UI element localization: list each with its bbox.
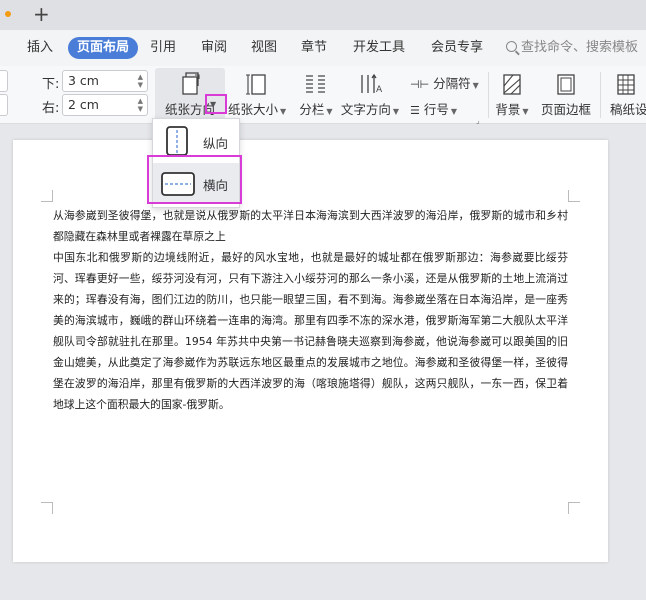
new-tab-button[interactable]: +: [33, 2, 50, 26]
menu-bar: 插入 页面布局 引用 审阅 视图 章节 开发工具 会员专享 查找命令、搜索模板: [0, 30, 646, 66]
menu-view[interactable]: 视图: [251, 30, 277, 66]
ribbon-divider: [488, 72, 489, 118]
page-border-button[interactable]: 页面边框: [538, 72, 594, 118]
menu-chapter[interactable]: 章节: [301, 30, 327, 66]
margin-corner-mark: [568, 190, 580, 202]
line-number-icon: ☰: [410, 104, 420, 117]
margin-right-value: 2 cm: [68, 97, 99, 112]
margin-corner-mark: [568, 502, 580, 514]
margin-corner-mark: [41, 502, 53, 514]
menu-member[interactable]: 会员专享: [431, 30, 483, 66]
margin-bottom-label: 下:: [42, 77, 60, 92]
background-button[interactable]: 背景 ▼: [492, 72, 532, 118]
paper-size-button[interactable]: 纸张大小 ▼: [228, 72, 286, 118]
separator-button[interactable]: ⊣⊢ 分隔符 ▼: [410, 73, 479, 92]
margin-bottom-value: 3 cm: [68, 73, 99, 88]
paragraph: 中国东北和俄罗斯的边境线附近，最好的风水宝地，也就是最好的城址都在俄罗斯那边：海…: [53, 251, 568, 411]
portrait-label: 纵向: [203, 136, 229, 151]
line-number-label: 行号: [423, 102, 449, 117]
menu-insert[interactable]: 插入: [27, 30, 53, 66]
separator-label: 分隔符: [433, 76, 471, 91]
grid-paper-icon: [617, 74, 635, 95]
paper-setting-button[interactable]: 稿纸设: [606, 72, 646, 118]
spinner-icon[interactable]: ▲ ▼: [138, 73, 143, 89]
portrait-page-icon: [166, 126, 188, 156]
page-setup-launcher-icon[interactable]: ⌟: [476, 116, 480, 125]
columns-label: 分栏: [299, 102, 325, 117]
margin-corner-mark: [41, 190, 53, 202]
paragraph: 从海参崴到圣彼得堡，也就是说从俄罗斯的太平洋日本海海滨到大西洋波罗的海沿岸，俄罗…: [53, 209, 568, 243]
separator-icon: ⊣⊢: [410, 78, 430, 91]
menu-developer[interactable]: 开发工具: [353, 30, 405, 66]
margin-left-input-partial[interactable]: [0, 94, 8, 116]
background-label: 背景: [495, 102, 521, 117]
page-border-icon: [557, 74, 575, 95]
command-search[interactable]: 查找命令、搜索模板: [506, 30, 638, 66]
orientation-icon: [182, 72, 200, 95]
menu-references[interactable]: 引用: [150, 30, 176, 66]
margin-right-input[interactable]: 2 cm ▲ ▼: [62, 94, 148, 116]
text-direction-label: 文字方向: [340, 102, 391, 117]
unsaved-dot-icon: [5, 11, 11, 17]
columns-icon: [306, 75, 325, 93]
page-border-label: 页面边框: [540, 102, 591, 117]
document-body[interactable]: 从海参崴到圣彼得堡，也就是说从俄罗斯的太平洋日本海海滨到大西洋波罗的海沿岸，俄罗…: [53, 205, 568, 415]
tab-strip: +: [0, 0, 646, 30]
search-placeholder: 查找命令、搜索模板: [521, 40, 639, 55]
paper-size-label: 纸张大小: [228, 102, 279, 117]
spinner-icon[interactable]: ▲ ▼: [138, 97, 143, 113]
line-number-button[interactable]: ☰ 行号 ▼: [410, 99, 457, 118]
menu-review[interactable]: 审阅: [201, 30, 227, 66]
ribbon-divider: [600, 72, 601, 118]
columns-button[interactable]: 分栏 ▼: [296, 72, 336, 118]
text-direction-icon: A: [361, 73, 383, 95]
highlight-box-orientation-caret: [205, 94, 227, 114]
margin-top-input-partial[interactable]: [0, 70, 8, 92]
search-icon: [506, 41, 517, 52]
paper-size-icon: [246, 74, 266, 95]
menu-page-layout[interactable]: 页面布局: [68, 37, 139, 59]
highlight-box-landscape-option: [147, 155, 242, 204]
text-direction-button[interactable]: A 文字方向 ▼: [340, 72, 400, 118]
svg-text:A: A: [376, 85, 383, 95]
paper-setting-label: 稿纸设: [610, 102, 646, 117]
margin-right-label: 右:: [42, 101, 60, 116]
background-icon: [503, 74, 521, 95]
margin-bottom-input[interactable]: 3 cm ▲ ▼: [62, 70, 148, 92]
